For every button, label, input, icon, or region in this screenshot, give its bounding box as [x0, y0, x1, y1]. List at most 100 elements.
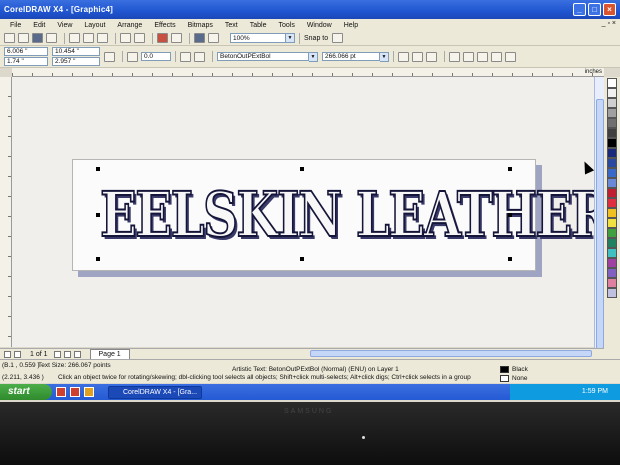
maximize-button[interactable]: □ — [588, 3, 601, 16]
selection-handle[interactable] — [300, 257, 304, 261]
align-icon[interactable] — [449, 51, 460, 62]
lock-ratio-icon[interactable] — [104, 51, 115, 62]
character-format-icon[interactable] — [477, 51, 488, 62]
export-icon[interactable] — [171, 33, 182, 43]
start-button[interactable]: start — [0, 384, 52, 400]
taskbar-item-coreldraw[interactable]: CorelDRAW X4 - [Gra... — [108, 385, 202, 399]
color-palette[interactable] — [604, 77, 620, 367]
underline-icon[interactable] — [426, 51, 437, 62]
artistic-text-object[interactable]: EELSKIN LEATHER — [99, 170, 600, 260]
color-swatch[interactable] — [607, 278, 617, 288]
bold-icon[interactable] — [398, 51, 409, 62]
fill-indicator[interactable]: Black — [500, 366, 528, 373]
selection-handle[interactable] — [96, 213, 100, 217]
horizontal-scrollbar[interactable] — [310, 350, 592, 357]
color-swatch[interactable] — [607, 158, 617, 168]
open-icon[interactable] — [18, 33, 29, 43]
welcome-screen-icon[interactable] — [208, 33, 219, 43]
menu-window[interactable]: Window — [301, 22, 338, 29]
color-swatch[interactable] — [607, 198, 617, 208]
color-swatch[interactable] — [607, 88, 617, 98]
height-field[interactable]: 2.957 " — [52, 57, 100, 66]
chevron-down-icon[interactable]: ▼ — [286, 33, 295, 43]
menu-arrange[interactable]: Arrange — [111, 22, 148, 29]
width-field[interactable]: 10.454 " — [52, 47, 100, 56]
color-swatch[interactable] — [607, 178, 617, 188]
paste-icon[interactable] — [97, 33, 108, 43]
zoom-level[interactable]: 100% — [230, 33, 286, 43]
color-swatch[interactable] — [607, 118, 617, 128]
close-button[interactable]: × — [603, 3, 616, 16]
y-position-field[interactable]: 1.74 " — [4, 57, 48, 66]
page-tab[interactable]: Page 1 — [89, 349, 130, 359]
previous-page-icon[interactable] — [14, 350, 21, 358]
horizontal-ruler[interactable] — [12, 68, 604, 77]
bullet-icon[interactable] — [463, 51, 474, 62]
color-swatch[interactable] — [607, 258, 617, 268]
selection-handle[interactable] — [96, 167, 100, 171]
mirror-horizontal-icon[interactable] — [180, 51, 191, 62]
font-size-dropdown[interactable]: 266.066 pt ▼ — [322, 51, 389, 62]
import-icon[interactable] — [157, 33, 168, 43]
print-icon[interactable] — [46, 33, 57, 43]
drawing-canvas[interactable]: EELSKIN LEATHER — [12, 77, 600, 347]
cut-icon[interactable] — [69, 33, 80, 43]
font-list-dropdown[interactable]: BetonOutPExtBol ▼ — [217, 51, 318, 62]
redo-icon[interactable] — [134, 33, 145, 43]
add-page-icon[interactable] — [73, 350, 81, 358]
rotation-field[interactable]: 0.0 — [141, 52, 171, 61]
selection-handle[interactable] — [300, 167, 304, 171]
color-swatch[interactable] — [607, 268, 617, 278]
options-icon[interactable] — [332, 33, 344, 43]
italic-icon[interactable] — [412, 51, 423, 62]
mirror-vertical-icon[interactable] — [194, 51, 205, 62]
vertical-scrollbar[interactable] — [594, 77, 604, 357]
chevron-down-icon[interactable]: ▼ — [309, 51, 318, 62]
color-swatch[interactable] — [607, 128, 617, 138]
color-swatch[interactable] — [607, 78, 617, 88]
color-swatch[interactable] — [607, 238, 617, 248]
menu-effects[interactable]: Effects — [148, 22, 181, 29]
minimize-button[interactable]: _ — [573, 3, 586, 16]
save-icon[interactable] — [32, 33, 43, 43]
vertical-ruler[interactable] — [0, 77, 12, 347]
last-page-icon[interactable] — [63, 350, 71, 358]
color-swatch[interactable] — [607, 148, 617, 158]
menu-view[interactable]: View — [51, 22, 78, 29]
application-launcher-icon[interactable] — [194, 33, 205, 43]
selection-handle[interactable] — [508, 167, 512, 171]
quick-launch-icon[interactable] — [70, 387, 80, 397]
color-swatch[interactable] — [607, 108, 617, 118]
snap-to-button[interactable]: Snap to — [304, 35, 328, 42]
document-window-controls[interactable]: _ ▫ × — [602, 20, 616, 27]
quick-launch-icon[interactable] — [56, 387, 66, 397]
chevron-down-icon[interactable]: ▼ — [380, 51, 389, 62]
menu-tools[interactable]: Tools — [272, 22, 300, 29]
quick-launch-icon[interactable] — [84, 387, 94, 397]
menu-bitmaps[interactable]: Bitmaps — [182, 22, 219, 29]
first-page-icon[interactable] — [4, 350, 11, 358]
next-page-icon[interactable] — [53, 350, 61, 358]
zoom-dropdown[interactable]: 100% ▼ — [230, 33, 295, 43]
color-swatch[interactable] — [607, 248, 617, 258]
menu-help[interactable]: Help — [338, 22, 364, 29]
new-document-icon[interactable] — [4, 33, 15, 43]
menu-text[interactable]: Text — [219, 22, 244, 29]
color-swatch[interactable] — [607, 288, 617, 298]
color-swatch[interactable] — [607, 98, 617, 108]
selection-handle[interactable] — [508, 213, 512, 217]
color-swatch[interactable] — [607, 138, 617, 148]
menu-edit[interactable]: Edit — [27, 22, 51, 29]
color-swatch[interactable] — [607, 188, 617, 198]
copy-icon[interactable] — [83, 33, 94, 43]
selection-handle[interactable] — [508, 257, 512, 261]
x-position-field[interactable]: 6.006 " — [4, 47, 48, 56]
vertical-text-icon[interactable] — [505, 51, 516, 62]
color-swatch[interactable] — [607, 218, 617, 228]
color-swatch[interactable] — [607, 228, 617, 238]
menu-layout[interactable]: Layout — [78, 22, 111, 29]
font-size[interactable]: 266.066 pt — [322, 52, 380, 61]
color-swatch[interactable] — [607, 208, 617, 218]
font-name[interactable]: BetonOutPExtBol — [217, 52, 309, 61]
outline-indicator[interactable]: None — [500, 375, 528, 382]
